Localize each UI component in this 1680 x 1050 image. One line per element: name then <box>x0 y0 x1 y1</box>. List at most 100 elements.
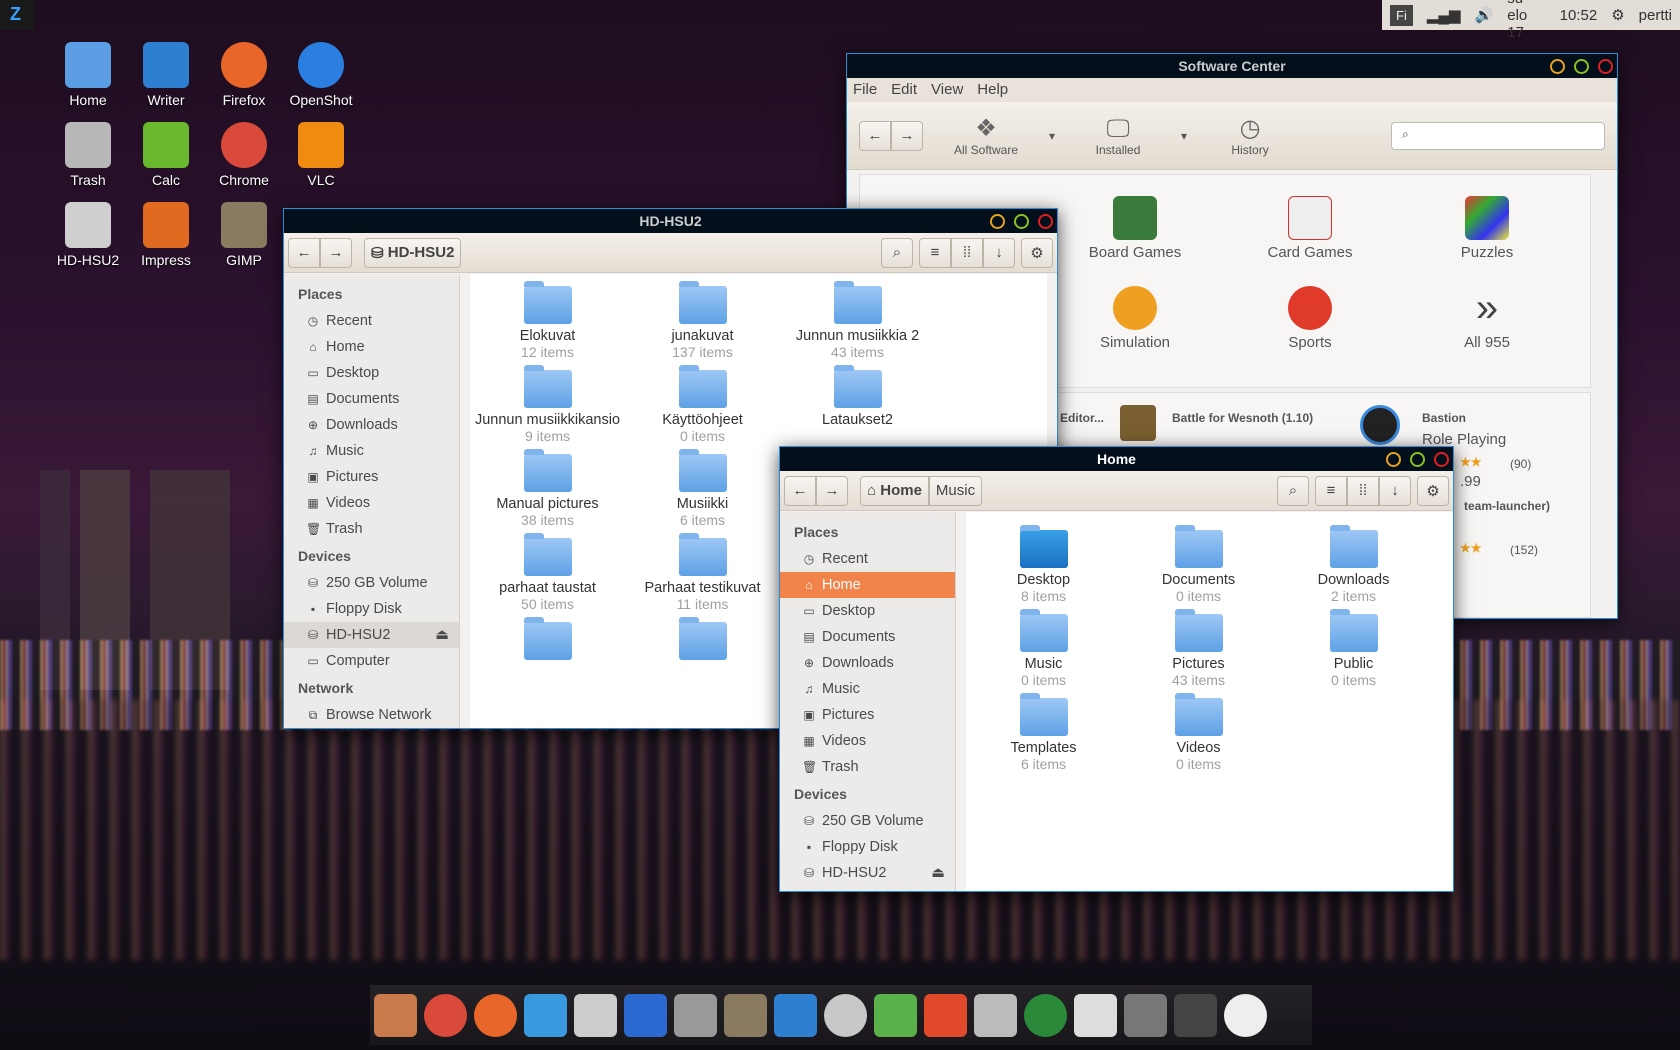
sidebar-scrollbar[interactable] <box>460 274 470 728</box>
signal-icon[interactable]: ▂▄▆ <box>1427 6 1461 24</box>
search-button[interactable]: ⌕ <box>881 237 913 268</box>
folder-item[interactable] <box>470 617 625 670</box>
category-board-games[interactable]: Board Games <box>1060 196 1210 261</box>
sort-button[interactable]: ↓ <box>1379 475 1411 506</box>
path-button-home[interactable]: ⌂ Home <box>860 475 929 506</box>
menu-view[interactable]: View <box>931 78 963 102</box>
folder-item[interactable]: Downloads 2 items <box>1276 525 1431 610</box>
sidebar-item-videos[interactable]: ▦ Videos <box>284 490 459 516</box>
sidebar-item-videos[interactable]: ▦ Videos <box>780 728 955 754</box>
sidebar-item-home[interactable]: ⌂ Home <box>284 334 459 360</box>
sidebar-item-music[interactable]: ♫ Music <box>284 438 459 464</box>
folder-item[interactable]: Desktop 8 items <box>966 525 1121 610</box>
desktop-icon-writer[interactable]: Writer <box>127 42 205 108</box>
folder-item[interactable]: Junnun musiikkia 2 43 items <box>780 281 935 366</box>
sidebar-item-computer[interactable]: ▭ Computer <box>284 648 459 674</box>
dropdown-icon[interactable]: ▾ <box>1049 129 1055 143</box>
folder-item[interactable]: Public 0 items <box>1276 609 1431 694</box>
sidebar-item-250-gb-volume[interactable]: ⛁ 250 GB Volume <box>284 570 459 596</box>
hourglass-icon[interactable] <box>1124 993 1167 1037</box>
back-button[interactable]: ← <box>288 237 320 268</box>
folder-item[interactable]: Parhaat testikuvat 11 items <box>625 533 780 618</box>
forward-button[interactable]: → <box>891 120 923 151</box>
folder-item[interactable]: Music 0 items <box>966 609 1121 694</box>
zorin-menu-button[interactable]: Z <box>0 0 34 30</box>
close-button[interactable] <box>1038 214 1053 229</box>
path-button-music[interactable]: Music <box>928 475 983 506</box>
desktop-icon-chrome[interactable]: Chrome <box>205 122 283 188</box>
sort-button[interactable]: ↓ <box>983 237 1015 268</box>
installed-button[interactable]: 🖵 Installed <box>1073 115 1163 157</box>
desktop-icon-gimp[interactable]: GIMP <box>205 202 283 268</box>
sidebar-item-downloads[interactable]: ⊕ Downloads <box>780 650 955 676</box>
menu-help[interactable]: Help <box>977 78 1008 102</box>
back-button[interactable]: ← <box>784 475 816 506</box>
sidebar-item-browse-network[interactable]: ⧉ Browse Network <box>284 702 459 728</box>
sidebar-item-floppy-disk[interactable]: ▪ Floppy Disk <box>284 596 459 622</box>
folder-item[interactable]: Musiikki 6 items <box>625 449 780 534</box>
desktop-icon-hd-hsu2[interactable]: HD-HSU2 <box>49 202 127 268</box>
chrome-icon[interactable] <box>424 993 467 1037</box>
sidebar-item-desktop[interactable]: ▭ Desktop <box>284 360 459 386</box>
category-simulation[interactable]: Simulation <box>1060 286 1210 351</box>
history-button[interactable]: ◷ History <box>1205 114 1295 157</box>
folder-item[interactable]: Videos 0 items <box>1121 693 1276 778</box>
desktop-icon-calc[interactable]: Calc <box>127 122 205 188</box>
keyboard-layout[interactable]: Fi <box>1390 4 1413 26</box>
folder-item[interactable] <box>625 617 780 670</box>
user-name[interactable]: pertti <box>1639 7 1672 24</box>
sidebar-item-trash[interactable]: 🗑 Trash <box>780 754 955 780</box>
eject-icon[interactable]: ⏏ <box>435 622 449 648</box>
list-view-button[interactable]: ≡ <box>1315 475 1347 506</box>
sidebar-item-hd-hsu2[interactable]: ⛁ HD-HSU2 ⏏ <box>284 622 459 648</box>
category-puzzles[interactable]: Puzzles <box>1412 196 1562 261</box>
title-bar[interactable]: Home <box>780 447 1453 471</box>
calculator-icon[interactable] <box>674 993 717 1037</box>
desktop-icon-trash[interactable]: Trash <box>49 122 127 188</box>
sidebar-item-home[interactable]: ⌂ Home <box>780 572 955 598</box>
folder-item[interactable]: parhaat taustat 50 items <box>470 533 625 618</box>
workspaces-icon[interactable] <box>1174 993 1217 1037</box>
desktop-icon-impress[interactable]: Impress <box>127 202 205 268</box>
desktop-icon-home[interactable]: Home <box>49 42 127 108</box>
forward-button[interactable]: → <box>816 475 848 506</box>
maximize-button[interactable] <box>1014 214 1029 229</box>
folder-item[interactable]: Käyttöohjeet 0 items <box>625 365 780 450</box>
search-button[interactable]: ⌕ <box>1277 475 1309 506</box>
list-view-button[interactable]: ≡ <box>919 237 951 268</box>
monitor-icon[interactable] <box>624 993 667 1037</box>
sidebar-item-recent[interactable]: ◷ Recent <box>284 308 459 334</box>
back-button[interactable]: ← <box>859 120 891 151</box>
trash-icon[interactable] <box>974 993 1017 1037</box>
desktop-icon-vlc[interactable]: VLC <box>282 122 360 188</box>
disc-icon[interactable] <box>824 993 867 1037</box>
sidebar-item-documents[interactable]: ▤ Documents <box>780 624 955 650</box>
sidebar-scrollbar[interactable] <box>956 512 966 891</box>
sidebar-item-250-gb-volume[interactable]: ⛁ 250 GB Volume <box>780 808 955 834</box>
menu-file[interactable]: File <box>853 78 877 102</box>
sidebar-item-downloads[interactable]: ⊕ Downloads <box>284 412 459 438</box>
grid-view-button[interactable]: ⁞⁞ <box>1347 475 1379 506</box>
close-button[interactable] <box>1434 452 1449 467</box>
folder-item[interactable]: Documents 0 items <box>1121 525 1276 610</box>
writer-icon[interactable] <box>774 993 817 1037</box>
drive-icon[interactable] <box>1074 993 1117 1037</box>
sidebar-item-recent[interactable]: ◷ Recent <box>780 546 955 572</box>
maximize-button[interactable] <box>1410 452 1425 467</box>
desktop-icon-firefox[interactable]: Firefox <box>205 42 283 108</box>
sidebar-item-pictures[interactable]: ▣ Pictures <box>284 464 459 490</box>
app-item-wesnoth[interactable]: Battle for Wesnoth (1.10) <box>1120 403 1360 443</box>
grid-view-button[interactable]: ⁞⁞ <box>951 237 983 268</box>
forward-button[interactable]: → <box>320 237 352 268</box>
maximize-button[interactable] <box>1574 59 1589 74</box>
category-sports[interactable]: Sports <box>1235 286 1385 351</box>
gimp-icon[interactable] <box>724 993 767 1037</box>
sidebar-item-trash[interactable]: 🗑 Trash <box>284 516 459 542</box>
folder-item[interactable]: Junnun musiikkikansio 9 items <box>470 365 625 450</box>
folder-item[interactable]: junakuvat 137 items <box>625 281 780 366</box>
gear-icon[interactable]: ⚙ <box>1611 6 1624 24</box>
date[interactable]: su elo 17 <box>1507 0 1545 41</box>
sidebar-item-pictures[interactable]: ▣ Pictures <box>780 702 955 728</box>
folder-item[interactable]: Elokuvat 12 items <box>470 281 625 366</box>
sidebar-item-music[interactable]: ♫ Music <box>780 676 955 702</box>
